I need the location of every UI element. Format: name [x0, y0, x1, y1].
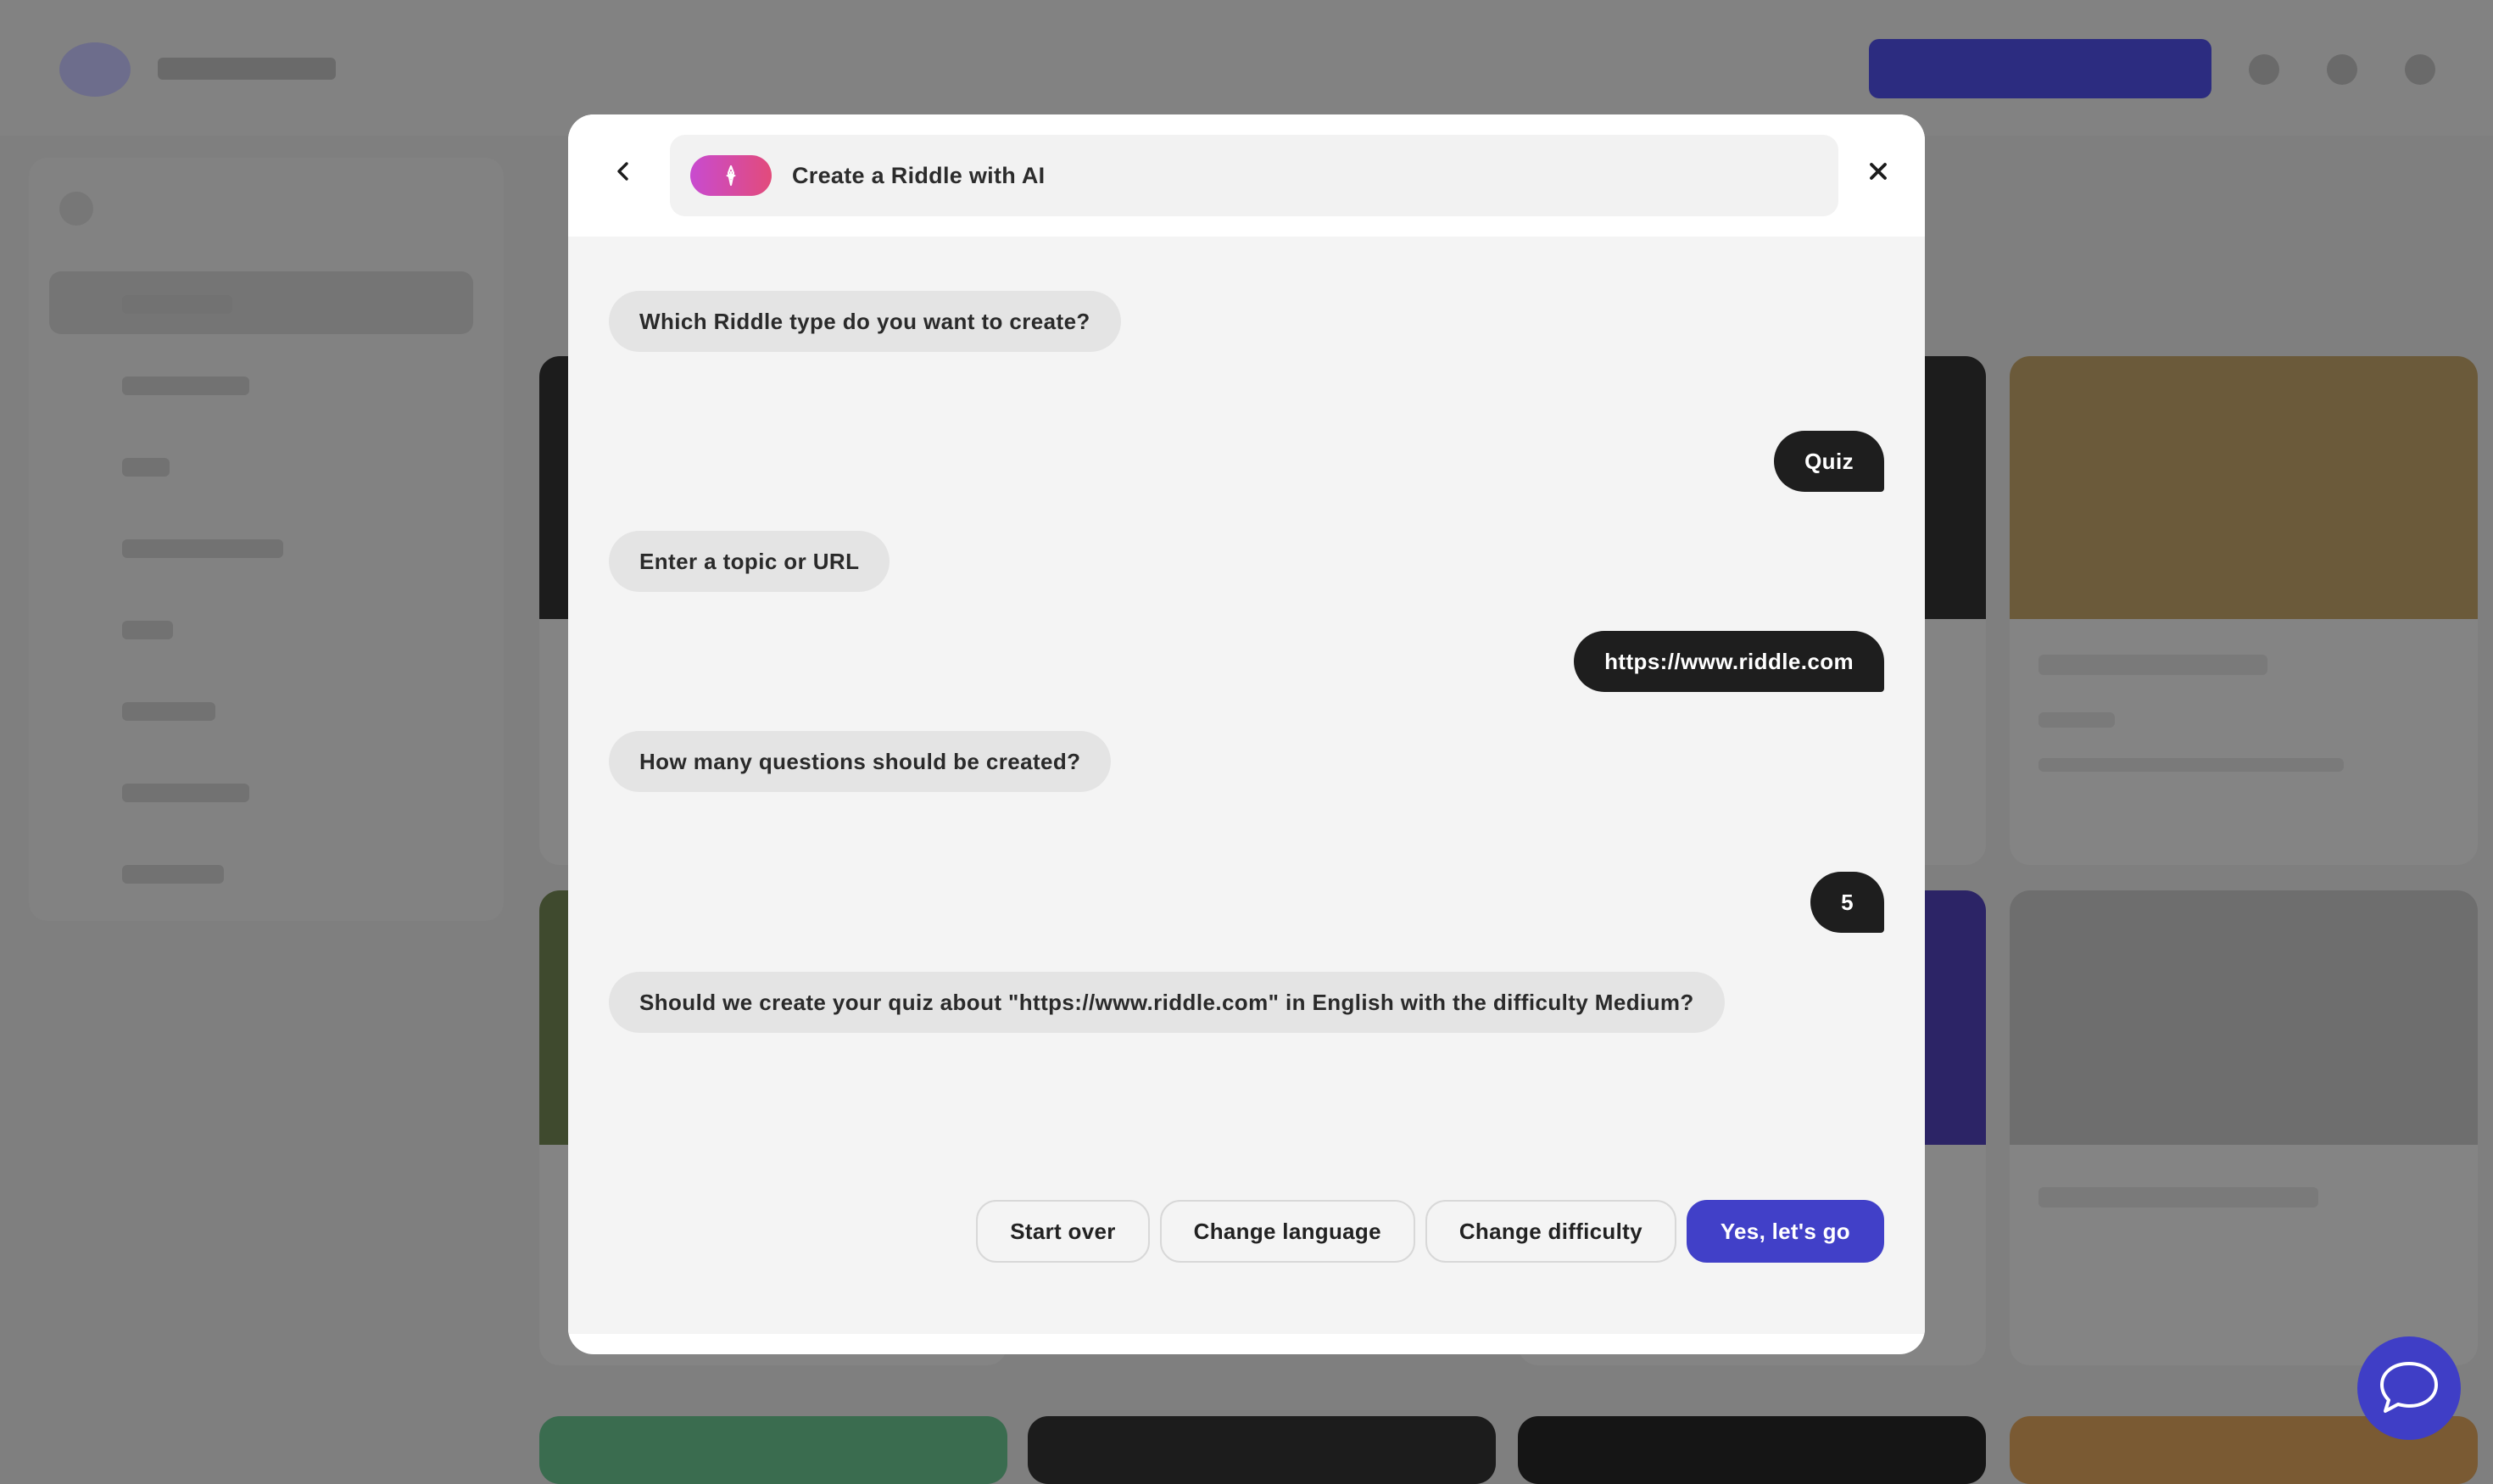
close-icon [1870, 163, 1887, 180]
sidebar-label [122, 295, 232, 314]
profile-icon [2405, 54, 2435, 85]
bot-message: Which Riddle type do you want to create? [609, 291, 1121, 352]
user-message: 5 [1810, 872, 1884, 933]
sidebar-label [122, 865, 224, 884]
change-language-button[interactable]: Change language [1159, 1200, 1415, 1263]
user-message: Quiz [1774, 431, 1884, 492]
sparkle-icon [726, 165, 736, 187]
help-icon [2249, 54, 2279, 85]
sidebar-label [122, 621, 173, 639]
project-card-title [2038, 1187, 2318, 1208]
chat-conversation: Which Riddle type do you want to create?… [568, 237, 1925, 1334]
search-icon [59, 192, 93, 226]
create-button-dimmed [1869, 39, 2211, 98]
sidebar-label [122, 458, 170, 477]
create-riddle-ai-dialog: Create a Riddle with AI Which Riddle typ… [568, 114, 1925, 1354]
back-button[interactable] [599, 147, 648, 196]
support-chat-button[interactable] [2357, 1336, 2461, 1440]
reply-actions: Start over Change language Change diffic… [976, 1200, 1884, 1263]
project-card-title [2038, 655, 2267, 675]
app-logo [59, 42, 131, 97]
bot-message: Enter a topic or URL [609, 531, 890, 592]
project-card-image [2010, 356, 2478, 619]
project-card-image [2010, 890, 2478, 1145]
ai-badge [690, 155, 772, 196]
confirm-create-button[interactable]: Yes, let's go [1686, 1200, 1884, 1263]
sidebar-active-item [49, 271, 473, 334]
bot-message: Should we create your quiz about "https:… [609, 972, 1725, 1033]
project-card-tag [2038, 712, 2115, 728]
sidebar-label [122, 539, 283, 558]
chevron-left-icon [617, 162, 628, 181]
dialog-title: Create a Riddle with AI [792, 163, 1046, 188]
project-card [1518, 1416, 1986, 1484]
bot-message: How many questions should be created? [609, 731, 1112, 792]
user-message: https://www.riddle.com [1574, 631, 1884, 692]
change-difficulty-button[interactable]: Change difficulty [1425, 1200, 1676, 1263]
notifications-icon [2327, 54, 2357, 85]
start-over-button[interactable]: Start over [976, 1200, 1150, 1263]
project-card [1028, 1416, 1496, 1484]
project-card [539, 1416, 1007, 1484]
sidebar-label [122, 784, 249, 802]
project-card-meta [2038, 758, 2344, 772]
sidebar-label [122, 377, 249, 395]
app-name-placeholder [158, 58, 336, 80]
sidebar-label [122, 702, 215, 721]
close-button[interactable] [1854, 147, 1903, 196]
chat-bubble-icon [2380, 1362, 2438, 1413]
dialog-title-bar: Create a Riddle with AI [670, 135, 1838, 216]
dialog-header: Create a Riddle with AI [568, 114, 1925, 237]
